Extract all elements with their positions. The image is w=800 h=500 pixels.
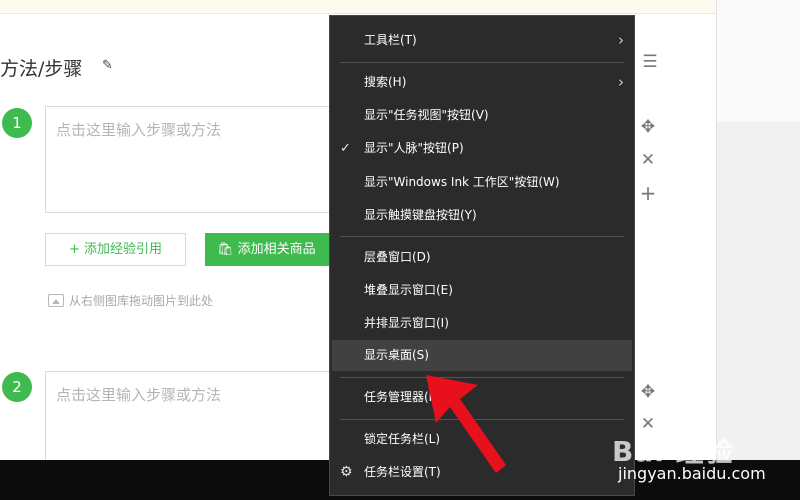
menu-item-search[interactable]: 搜索(H) › (330, 67, 634, 98)
menu-item-stacked[interactable]: 堆叠显示窗口(E) (330, 275, 634, 306)
image-library-panel (716, 0, 800, 460)
step-placeholder: 点击这里输入步骤或方法 (56, 121, 222, 139)
edit-icon[interactable]: ✎ (102, 58, 113, 73)
step-input-2[interactable]: 点击这里输入步骤或方法 (45, 371, 345, 461)
section-title: 方法/步骤 (0, 58, 83, 80)
menu-item-windows-ink[interactable]: 显示"Windows Ink 工作区"按钮(W) (330, 167, 634, 198)
drag-hint-text: 从右侧图库拖动图片到此处 (69, 294, 214, 308)
step-placeholder: 点击这里输入步骤或方法 (56, 386, 222, 404)
move-icon[interactable]: ✥ (638, 117, 658, 137)
checkmark-icon: ✓ (340, 141, 351, 156)
step-input-1[interactable]: 点击这里输入步骤或方法 (45, 106, 345, 213)
close-icon[interactable]: ✕ (638, 150, 658, 170)
watermark-url: jingyan.baidu.com (618, 464, 766, 483)
step-number-2: 2 (2, 372, 32, 402)
add-reference-button[interactable]: + 添加经验引用 (45, 233, 186, 266)
plus-icon[interactable]: + (638, 181, 658, 205)
add-goods-label: 添加相关商品 (237, 242, 316, 257)
menu-separator (340, 62, 624, 63)
gear-icon: ⚙ (340, 464, 353, 480)
menu-item-cascade[interactable]: 层叠窗口(D) (330, 242, 634, 273)
menu-separator (340, 236, 624, 237)
menu-item-toolbars[interactable]: 工具栏(T) › (330, 25, 634, 56)
menu-item-people[interactable]: ✓ 显示"人脉"按钮(P) (330, 133, 634, 164)
chevron-right-icon: › (618, 73, 624, 91)
drag-hint: 从右侧图库拖动图片到此处 (48, 292, 213, 309)
shopping-bag-icon: 🛍 (217, 242, 234, 257)
chevron-right-icon: › (618, 31, 624, 49)
menu-item-task-view[interactable]: 显示"任务视图"按钮(V) (330, 100, 634, 131)
notice-strip (0, 0, 716, 14)
list-icon[interactable]: ☰ (640, 52, 660, 72)
annotation-arrow-icon (426, 375, 506, 473)
step-number-1: 1 (2, 108, 32, 138)
image-icon (48, 294, 64, 307)
menu-item-touch-keyboard[interactable]: 显示触摸键盘按钮(Y) (330, 200, 634, 231)
add-goods-button[interactable]: 🛍 添加相关商品 (205, 233, 335, 266)
menu-item-side-by-side[interactable]: 并排显示窗口(I) (330, 308, 634, 339)
move-icon[interactable]: ✥ (638, 382, 658, 402)
